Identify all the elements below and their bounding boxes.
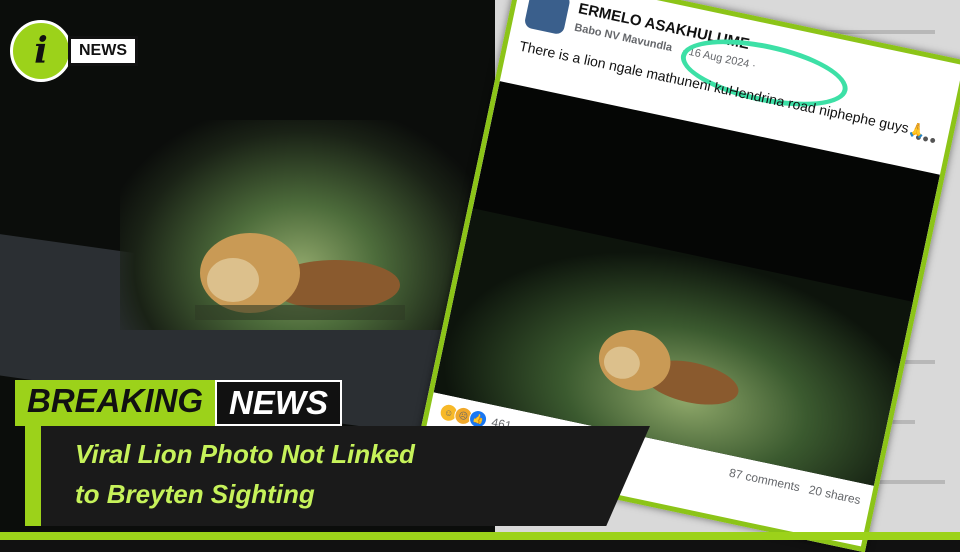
- breaking-news-banner: BREAKING NEWS: [15, 380, 343, 426]
- comments-count: 87 comments: [727, 465, 802, 495]
- shares-count: 20 shares: [807, 482, 862, 508]
- site-logo[interactable]: i NEWS: [10, 20, 138, 82]
- avatar: [523, 0, 572, 36]
- logo-mark: i: [10, 20, 72, 82]
- headline-line-2: to Breyten Sighting: [75, 479, 315, 509]
- news-label: NEWS: [215, 380, 343, 426]
- breaking-label: BREAKING: [15, 380, 216, 426]
- logo-wordmark: NEWS: [68, 36, 138, 66]
- bottom-accent-line: [0, 532, 960, 540]
- headline-accent-bar: [25, 426, 41, 526]
- lion-photo: [195, 233, 405, 320]
- headline-line-1: Viral Lion Photo Not Linked: [75, 439, 415, 469]
- headline: Viral Lion Photo Not Linked to Breyten S…: [75, 434, 495, 514]
